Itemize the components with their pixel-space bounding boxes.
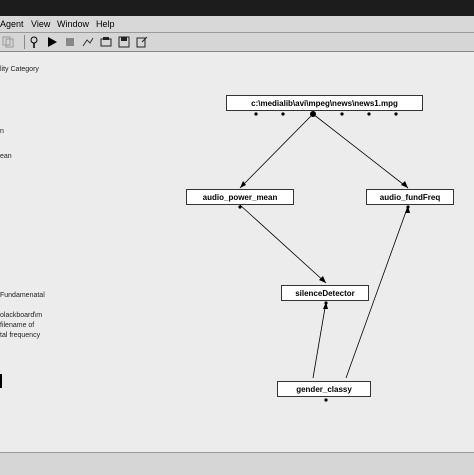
- property-line: ean: [0, 153, 12, 160]
- tools-icon[interactable]: [100, 35, 112, 47]
- graph-icon[interactable]: [82, 35, 94, 47]
- toolbar-separator: [24, 35, 25, 49]
- node-source-file[interactable]: c:\medialib\avi\mpeg\news\news1.mpg: [226, 95, 423, 111]
- property-line: filename of: [0, 322, 35, 329]
- copy-icon[interactable]: [2, 35, 14, 48]
- run-icon[interactable]: [46, 35, 58, 47]
- property-panel: lity Category n ean Fundamenatal olackbo…: [0, 52, 118, 452]
- property-line: n: [0, 128, 4, 135]
- node-audio-fundfreq[interactable]: audio_fundFreq: [366, 189, 454, 205]
- menu-bar: Agent View Window Help: [0, 16, 474, 33]
- menu-window[interactable]: Window: [57, 16, 89, 32]
- menu-view[interactable]: View: [31, 16, 50, 32]
- menu-help[interactable]: Help: [96, 16, 115, 32]
- node-silence-detector[interactable]: silenceDetector: [281, 285, 369, 301]
- node-gender-classy[interactable]: gender_classy: [277, 381, 371, 397]
- settings-icon[interactable]: [28, 35, 40, 48]
- text-cursor: [0, 374, 2, 388]
- property-line: olackboard\m: [0, 312, 43, 319]
- menu-agent[interactable]: Agent: [0, 16, 24, 32]
- save-icon[interactable]: [118, 35, 130, 48]
- toolbar: [0, 33, 474, 52]
- node-audio-power-mean[interactable]: audio_power_mean: [186, 189, 294, 205]
- stop-icon[interactable]: [64, 35, 76, 47]
- title-bar: [0, 0, 474, 16]
- property-line: Fundamenatal: [0, 292, 45, 299]
- export-icon[interactable]: [136, 35, 148, 48]
- property-line: tal frequency: [0, 332, 41, 339]
- status-bar: [0, 452, 474, 475]
- property-line: lity Category: [0, 66, 39, 73]
